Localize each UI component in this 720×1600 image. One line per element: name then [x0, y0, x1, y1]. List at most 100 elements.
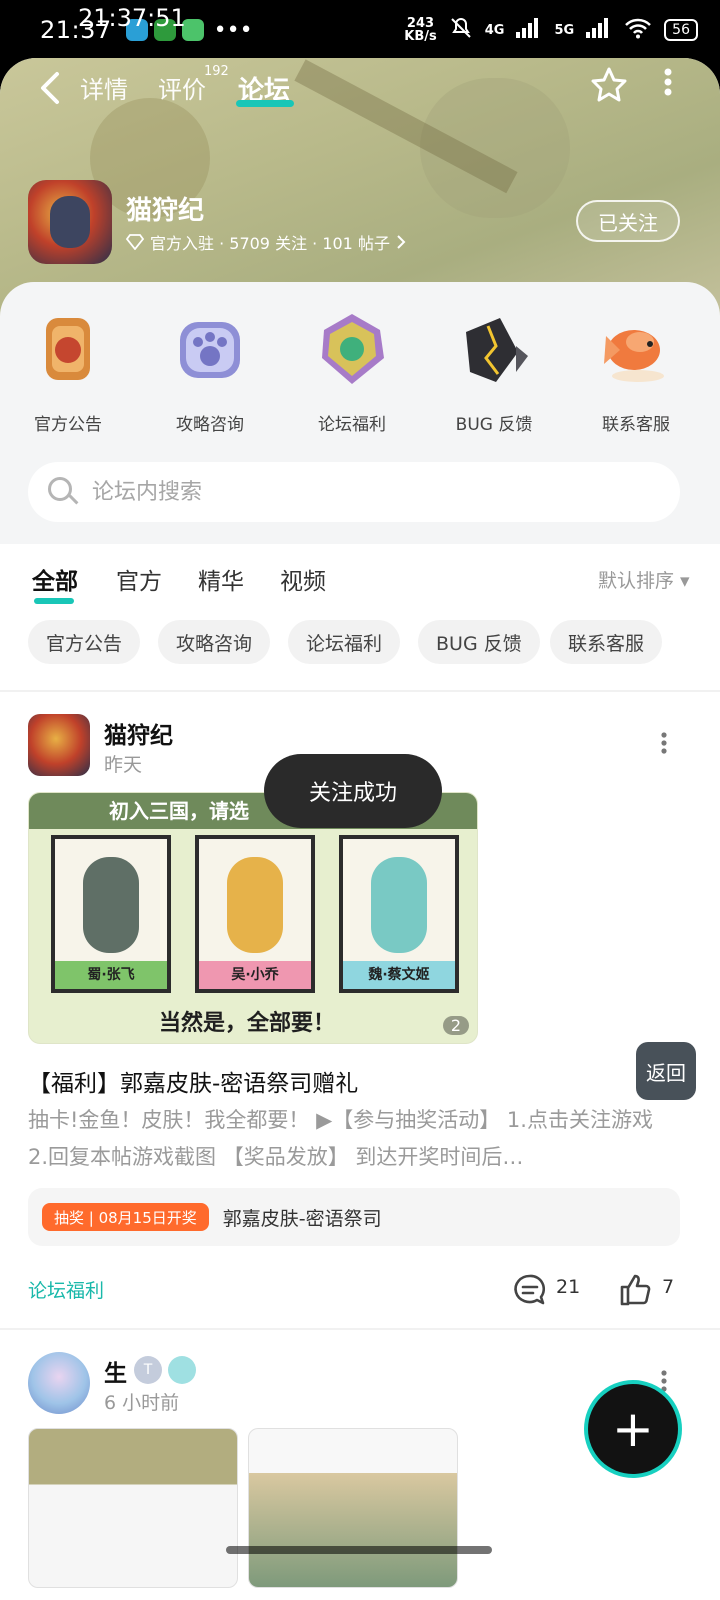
signal-4g: 4G	[484, 22, 505, 38]
back-button[interactable]	[32, 68, 68, 108]
create-post-button[interactable]: +	[588, 1384, 678, 1474]
chip-support[interactable]: 联系客服	[550, 620, 663, 664]
post-board-link[interactable]: 论坛福利	[28, 1276, 104, 1303]
chip-official[interactable]: 官方公告	[28, 620, 141, 664]
category-label: BUG 反馈	[455, 415, 533, 435]
post-screenshot-thumbnail[interactable]	[28, 1428, 238, 1588]
plus-icon: +	[612, 1400, 654, 1458]
return-button[interactable]: 返回	[636, 1042, 696, 1100]
character-figure	[83, 857, 139, 953]
like-count: 7	[662, 1276, 675, 1298]
paw-icon	[172, 312, 248, 386]
tab-detail[interactable]: 详情	[80, 70, 128, 105]
game-meta-text: 官方入驻 · 5709 关注 · 101 帖子	[150, 234, 390, 253]
lottery-card[interactable]: 抽奖 | 08月15日开奖 郭嘉皮肤-密语祭司	[28, 1188, 680, 1246]
home-indicator[interactable]	[226, 1546, 492, 1554]
toast-message: 关注成功	[264, 754, 442, 828]
author-avatar[interactable]	[28, 1352, 90, 1414]
user-medal-icon	[168, 1356, 196, 1384]
category-label: 联系客服	[602, 415, 670, 435]
category-grid: 官方公告 攻略咨询 论坛福利 BUG 反馈 联系客服	[0, 312, 720, 442]
game-icon[interactable]	[28, 180, 112, 264]
feed-tab-official[interactable]: 官方	[116, 562, 162, 596]
post-author[interactable]: 生	[104, 1354, 127, 1388]
category-label: 攻略咨询	[176, 415, 244, 435]
active-tab-indicator	[236, 100, 294, 107]
feed-tab-video[interactable]: 视频	[280, 562, 326, 596]
filter-chips: 官方公告 攻略咨询 论坛福利 BUG 反馈 联系客服	[28, 620, 708, 666]
category-bug[interactable]: BUG 反馈	[434, 312, 554, 442]
feed-tab-featured[interactable]: 精华	[198, 562, 244, 596]
post-more-button[interactable]	[656, 1370, 672, 1392]
tab-review[interactable]: 评价	[158, 70, 206, 105]
signal-bars-icon	[516, 18, 542, 42]
official-diamond-icon	[126, 234, 144, 250]
chip-bug[interactable]: BUG 反馈	[418, 620, 540, 664]
follow-button[interactable]: 已关注	[576, 200, 680, 242]
character-figure	[371, 857, 427, 953]
status-time-overlay: 21:37:51	[78, 4, 186, 32]
post-title[interactable]: 【福利】郭嘉皮肤-密语祭司赠礼	[28, 1064, 358, 1098]
thumbs-up-icon[interactable]	[618, 1272, 654, 1308]
character-card: 蜀·张飞	[51, 835, 171, 993]
net-speed-unit: KB/s	[404, 29, 437, 44]
post-author[interactable]: 猫狩纪	[104, 716, 173, 750]
app-screen: 详情 评价 192 论坛 猫狩纪 官方入驻 · 5709 关注 · 101 帖子…	[0, 58, 720, 1600]
gem-icon	[314, 312, 390, 386]
post-screenshot-thumbnail[interactable]	[248, 1428, 458, 1588]
more-vertical-icon	[661, 1370, 667, 1392]
lottery-prize: 郭嘉皮肤-密语祭司	[222, 1207, 382, 1230]
more-notifications-icon: •••	[213, 17, 253, 43]
feed-tabs: 全部 官方 精华 视频 默认排序 ▾	[0, 560, 720, 610]
character-name: 魏·蔡文姬	[343, 961, 455, 989]
status-bar: 21:37 21:37:51 ••• 243 KB/s 4G 5G 56	[0, 0, 720, 60]
author-avatar[interactable]	[28, 714, 90, 776]
post-excerpt[interactable]: 抽卡!金鱼！皮肤！我全都要！ ▶【参与抽奖活动】 1.点击关注游戏 2.回复本帖…	[28, 1102, 678, 1176]
net-speed: 243 KB/s	[404, 17, 436, 43]
chip-welfare[interactable]: 论坛福利	[288, 620, 401, 664]
category-label: 论坛福利	[318, 415, 386, 435]
search-input[interactable]	[92, 479, 612, 505]
post-time: 6 小时前	[104, 1392, 180, 1414]
more-vertical-icon	[664, 68, 672, 96]
mute-icon	[449, 16, 473, 44]
character-card: 吴·小乔	[195, 835, 315, 993]
status-right: 243 KB/s 4G 5G 56	[404, 16, 698, 44]
battery-indicator: 56	[664, 19, 698, 41]
game-meta[interactable]: 官方入驻 · 5709 关注 · 101 帖子	[126, 230, 406, 254]
game-banner: 详情 评价 192 论坛 猫狩纪 官方入驻 · 5709 关注 · 101 帖子…	[0, 58, 720, 318]
category-support[interactable]: 联系客服	[576, 312, 696, 442]
category-official[interactable]: 官方公告	[8, 312, 128, 442]
sort-dropdown[interactable]: 默认排序 ▾	[598, 566, 690, 593]
chevron-left-icon	[41, 72, 59, 104]
review-count: 192	[204, 64, 229, 79]
favorite-button[interactable]	[588, 66, 630, 108]
wifi-icon	[624, 17, 652, 43]
character-figure	[227, 857, 283, 953]
character-name: 蜀·张飞	[55, 961, 167, 989]
post-time: 昨天	[104, 754, 143, 776]
more-button[interactable]	[656, 66, 680, 108]
chip-guide[interactable]: 攻略咨询	[158, 620, 271, 664]
lottery-tag: 抽奖 | 08月15日开奖	[42, 1203, 209, 1231]
image-count: 2	[442, 1016, 469, 1035]
comment-count: 21	[556, 1276, 581, 1298]
user-level-badge: T	[134, 1356, 162, 1384]
character-card: 魏·蔡文姬	[339, 835, 459, 993]
post-image[interactable]: 初入三国，请选 蜀·张飞 吴·小乔 魏·蔡文姬 当然是，全部要！ 2	[28, 792, 478, 1044]
forum-search-bar[interactable]	[28, 462, 680, 522]
star-icon	[591, 67, 627, 102]
post-more-button[interactable]	[656, 732, 672, 754]
chevron-right-icon	[397, 235, 406, 249]
more-vertical-icon	[661, 732, 667, 754]
category-guide[interactable]: 攻略咨询	[150, 312, 270, 442]
feed-tab-indicator	[34, 598, 74, 604]
scroll-icon	[30, 312, 106, 386]
feed-tab-all[interactable]: 全部	[32, 562, 78, 596]
comment-icon[interactable]	[512, 1272, 548, 1308]
koi-icon	[598, 312, 674, 386]
post-card[interactable]: 猫狩纪 昨天 初入三国，请选 蜀·张飞 吴·小乔 魏·蔡文姬 当然是，全部要！ …	[0, 692, 720, 1328]
category-welfare[interactable]: 论坛福利	[292, 312, 412, 442]
signal-5g: 5G	[554, 22, 575, 38]
crystal-icon	[456, 312, 532, 386]
